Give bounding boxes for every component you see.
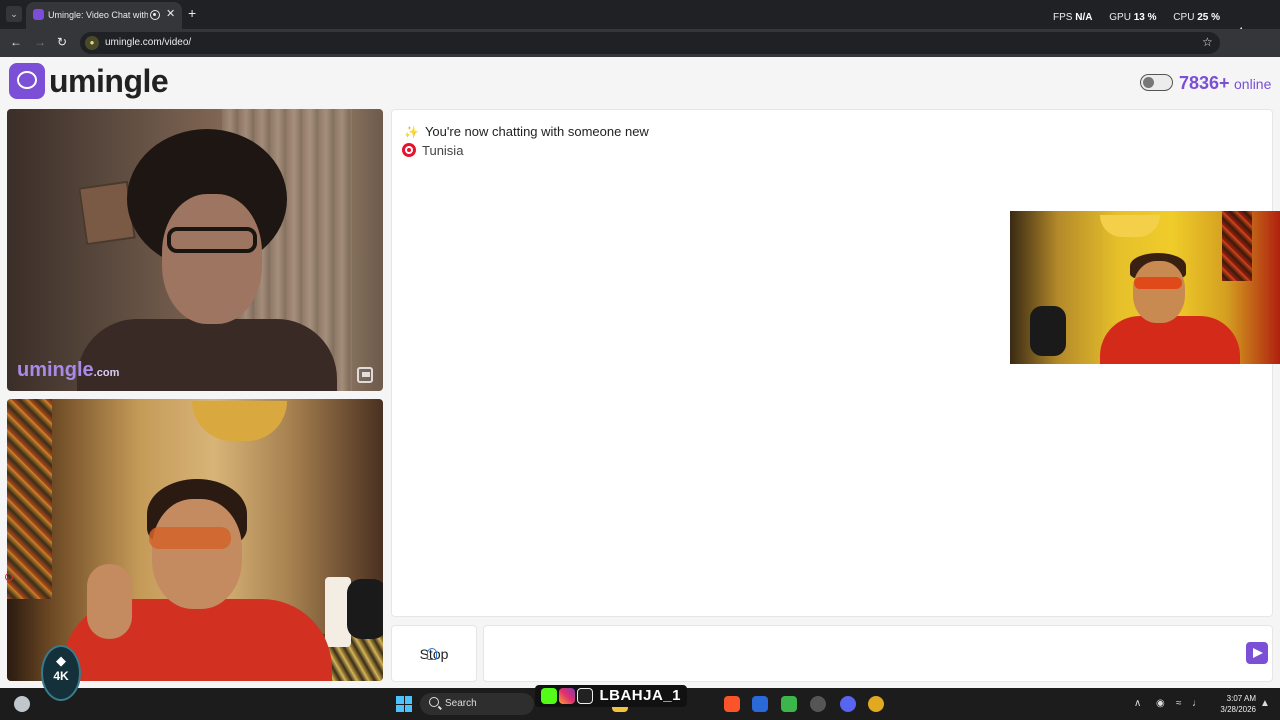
chat-bubble-icon [17, 71, 37, 89]
video-brand-watermark: umingle.com [17, 359, 119, 382]
windows-start-icon[interactable] [396, 696, 412, 712]
sparkle-icon: ✨ [404, 125, 419, 139]
brand-tld: .com [93, 367, 120, 379]
address-bar: ← → ↻ ● umingle.com/video/ ☆ [0, 29, 1280, 57]
wall-painting [7, 399, 52, 599]
gpu-label: GPU [1109, 12, 1131, 23]
toggle-knob [1143, 76, 1154, 88]
self-sunglasses [149, 527, 231, 549]
new-tab-plus-icon[interactable]: + [188, 5, 196, 21]
performance-overlay: FPS N/A GPU 13 % CPU 25 % [1039, 12, 1220, 23]
system-tool-icon[interactable] [810, 696, 826, 712]
online-label: online [1234, 76, 1272, 92]
umingle-logo-icon[interactable] [9, 63, 45, 99]
wifi-icon[interactable]: ≈ [1176, 698, 1182, 709]
microphone-icon[interactable]: ◉ [1156, 698, 1165, 709]
country-name: Tunisia [422, 143, 464, 158]
brand-main: umingle [17, 359, 94, 381]
message-box [483, 625, 1273, 682]
ceiling-lamp [192, 401, 287, 441]
brave-browser-icon[interactable] [724, 696, 740, 712]
pip-face [1133, 261, 1185, 323]
fps-label: FPS [1053, 12, 1073, 23]
tiktok-icon [577, 688, 593, 704]
tray-chevron-icon[interactable]: ∧ [1134, 698, 1141, 709]
social-handle-text: LBAHJA_1 [599, 687, 681, 704]
search-icon [429, 697, 439, 707]
message-input[interactable] [492, 640, 1232, 668]
4k-badge-text: 4K [53, 669, 69, 683]
cpu-value: 25 % [1197, 12, 1220, 23]
mouse-cursor-icon [427, 648, 437, 660]
report-flag-icon[interactable] [357, 367, 373, 383]
4k-badge: ◆ 4K [41, 645, 81, 701]
stranger-face [162, 194, 262, 324]
send-button[interactable] [1246, 642, 1268, 664]
site-info-icon[interactable]: ● [85, 36, 99, 50]
back-arrow-icon[interactable]: ← [10, 35, 22, 49]
weather-widget-icon[interactable] [14, 696, 30, 712]
clock-time: 3:07 AM [1226, 694, 1256, 703]
gpu-value: 13 % [1133, 12, 1157, 23]
online-counter: 7836+ online [1179, 73, 1271, 94]
pip-dark-bag [1030, 306, 1066, 356]
chrome-icon[interactable] [868, 696, 884, 712]
self-face [152, 499, 242, 609]
logo-text[interactable]: umingle [49, 63, 169, 100]
volume-icon[interactable]: ♩ [1192, 698, 1202, 709]
stranger-glasses [167, 227, 257, 253]
umingle-favicon-icon [33, 9, 44, 20]
pip-lamp [1100, 215, 1160, 237]
stranger-video: umingle.com [7, 109, 383, 391]
recording-icon [150, 10, 160, 20]
search-label: Search [445, 698, 477, 709]
forward-arrow-icon[interactable]: → [34, 35, 46, 49]
status-message: You're now chatting with someone new [424, 124, 649, 139]
tab-search-chevron-icon[interactable]: ⌄ [6, 6, 22, 22]
side-indicator-icon [5, 573, 13, 581]
umingle-page: umingle 7836+ online umingle.com ✨ You'r… [0, 57, 1280, 688]
tab-close-icon[interactable]: ✕ [166, 7, 175, 20]
pip-wall-art [1222, 211, 1252, 281]
cpu-label: CPU [1173, 12, 1195, 23]
streamer-camera-overlay [1010, 211, 1280, 364]
browser-tab[interactable]: Umingle: Video Chat with S ✕ [26, 2, 182, 29]
browser-tab-strip: ⌄ Umingle: Video Chat with S ✕ + FPS N/A… [0, 0, 1280, 39]
country-indicator: Tunisia [402, 143, 463, 158]
notification-bell-icon[interactable]: ▲ [1260, 698, 1270, 709]
system-message: ✨ You're now chatting with someone new [404, 124, 649, 139]
social-handle-overlay: LBAHJA_1 [535, 685, 687, 707]
tab-title: Umingle: Video Chat with S [48, 10, 148, 20]
remote-desktop-icon[interactable] [752, 696, 768, 712]
url-text: umingle.com/video/ [105, 37, 192, 48]
self-video [7, 399, 383, 681]
online-count: 7836+ [1179, 73, 1230, 93]
fps-value: N/A [1075, 12, 1093, 23]
omnibox[interactable]: ● umingle.com/video/ ☆ [80, 32, 1220, 54]
tunisia-flag-icon [402, 143, 416, 157]
instagram-icon [559, 688, 575, 704]
self-hand [87, 564, 132, 639]
discord-icon[interactable] [840, 696, 856, 712]
pip-sunglasses [1134, 277, 1182, 289]
kick-icon [541, 688, 557, 704]
clock-date: 3/28/2026 [1220, 705, 1256, 714]
dark-bag [347, 579, 383, 639]
pip-body [1100, 316, 1240, 364]
reload-icon[interactable]: ↻ [57, 35, 67, 49]
taskbar-search[interactable]: Search [420, 693, 534, 715]
taskbar-clock[interactable]: 3:07 AM 3/28/2026 [1212, 693, 1256, 715]
theme-toggle[interactable] [1140, 74, 1173, 91]
media-player-icon[interactable] [781, 696, 797, 712]
eagle-icon: ◆ [56, 653, 66, 668]
bookmark-star-icon[interactable]: ☆ [1202, 35, 1213, 49]
